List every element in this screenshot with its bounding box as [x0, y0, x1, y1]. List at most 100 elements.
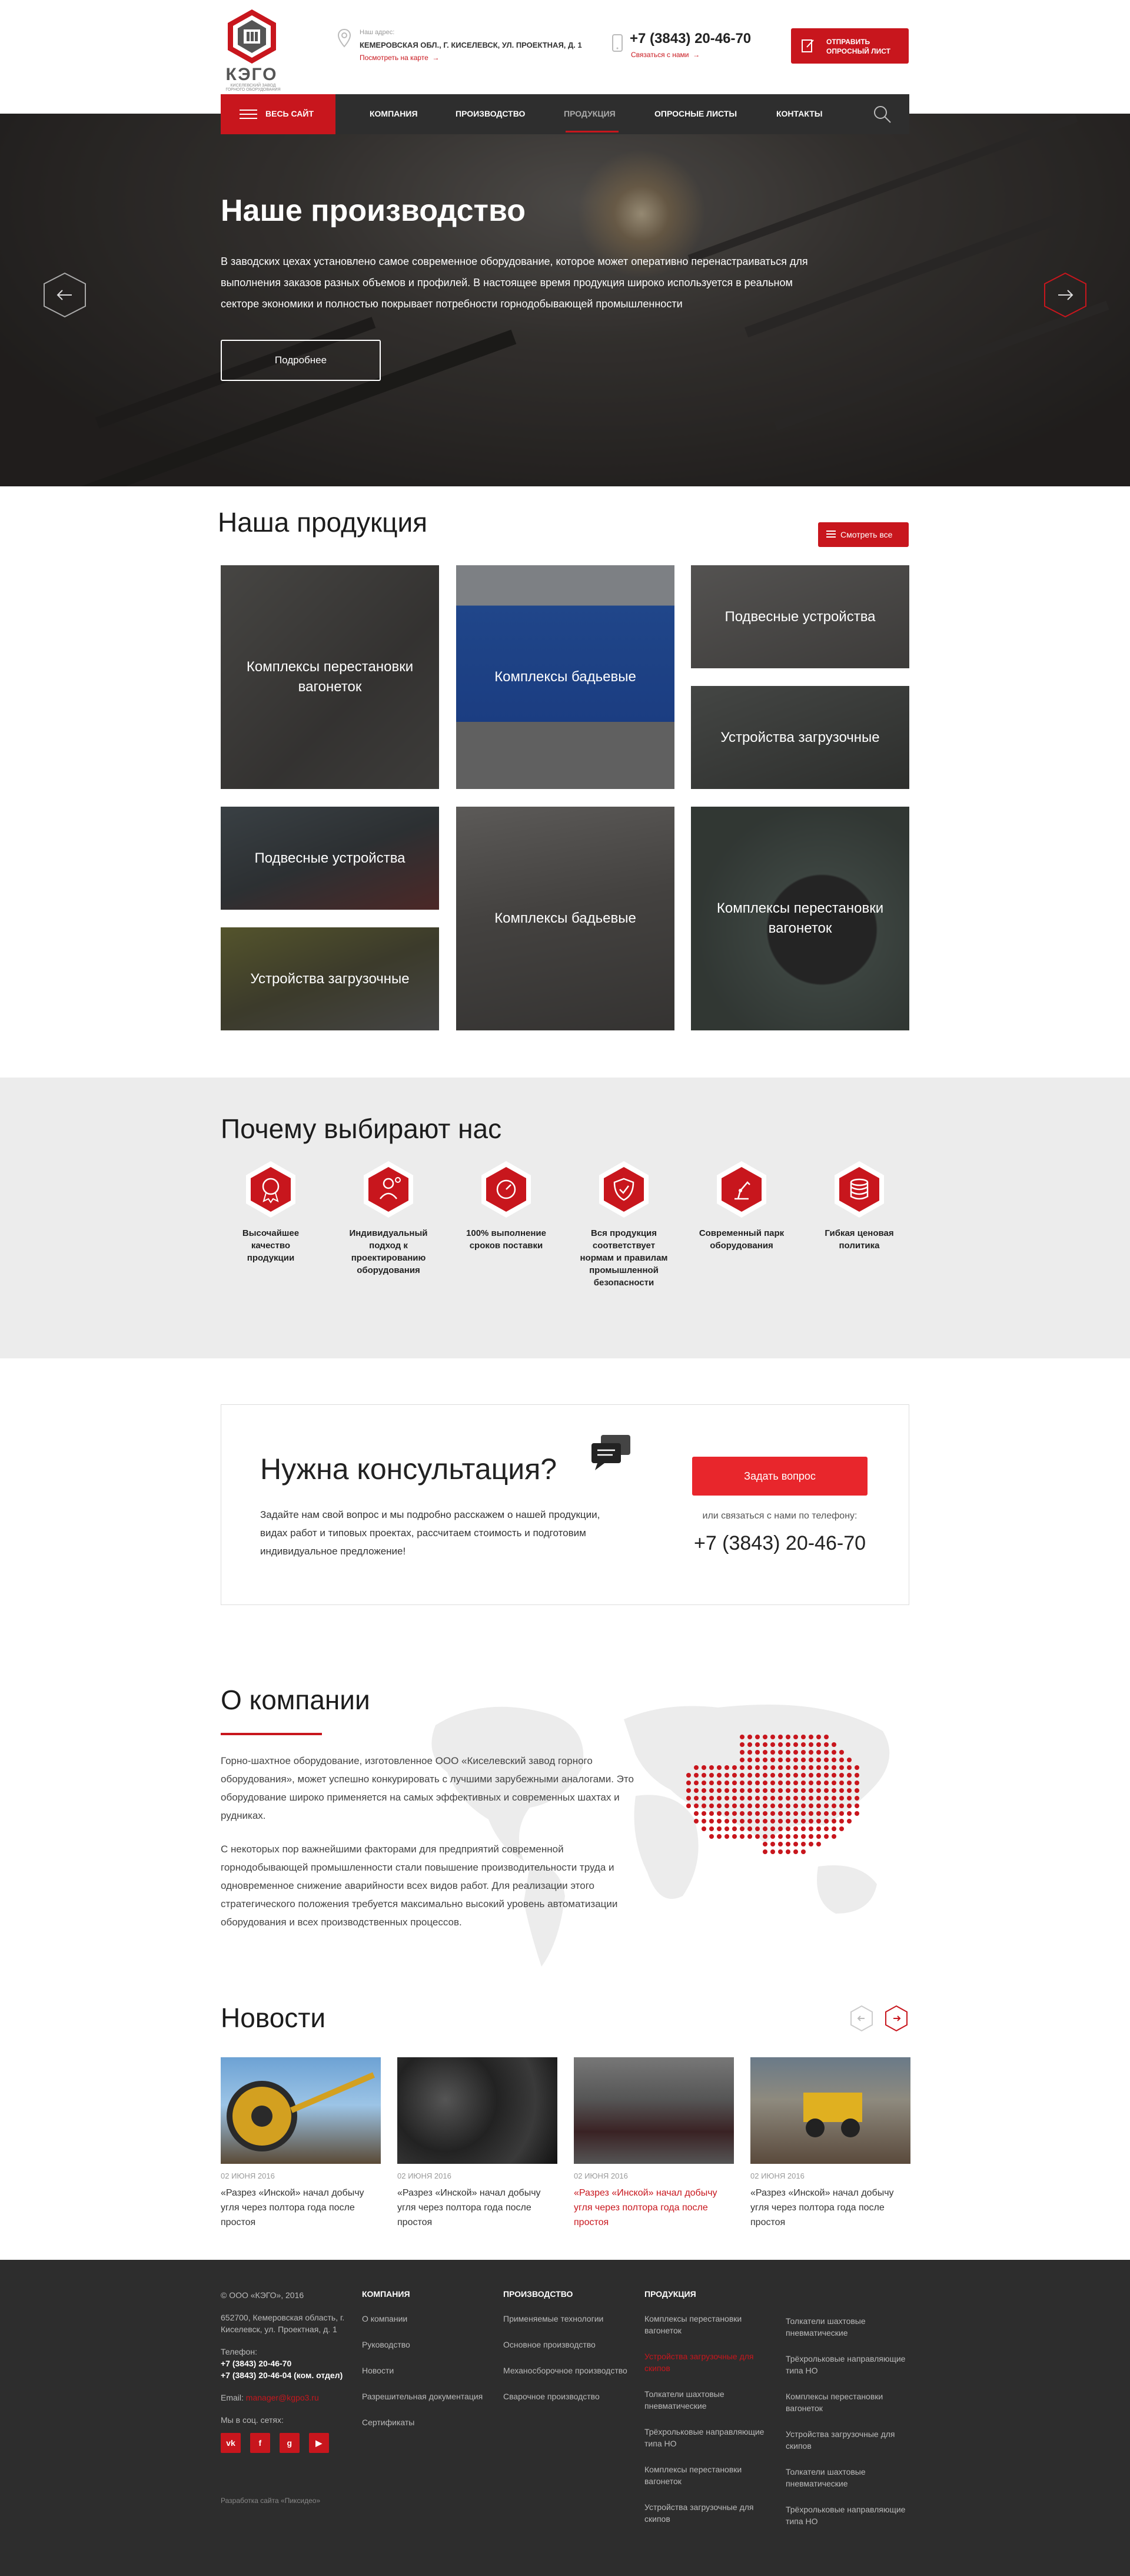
map-dot: [816, 1826, 821, 1831]
footer-link[interactable]: Основное производство: [503, 2339, 633, 2350]
map-dot: [724, 1834, 729, 1839]
footer-phone-2[interactable]: +7 (3843) 20-46-04 (ком. отдел): [221, 2369, 350, 2381]
slider-next-arrow-icon[interactable]: [1042, 271, 1089, 319]
dump-truck-image: [803, 2093, 862, 2137]
map-dot: [702, 1796, 706, 1801]
footer-link[interactable]: Новости: [362, 2365, 491, 2376]
footer-link[interactable]: Сертификаты: [362, 2416, 491, 2428]
map-dot: [763, 1750, 767, 1755]
footer-link[interactable]: Комплексы перестановки вагонеток: [786, 2391, 909, 2414]
footer-email-row: Email: manager@kgpo3.ru: [221, 2393, 319, 2402]
send-questionnaire-button[interactable]: ОТПРАВИТЬ ОПРОСНЫЙ ЛИСТ: [791, 28, 909, 64]
map-dot: [816, 1834, 821, 1839]
map-dot: [732, 1788, 737, 1793]
footer-link[interactable]: Комплексы перестановки вагонеток: [644, 2313, 768, 2336]
map-dot: [809, 1750, 813, 1755]
map-dot: [763, 1788, 767, 1793]
footer-link[interactable]: Толкатели шахтовые пневматические: [644, 2388, 768, 2412]
nav-item-production[interactable]: ПРОИЗВОДСТВО: [456, 109, 525, 118]
map-dot: [709, 1796, 714, 1801]
product-tile[interactable]: Комплексы бадьевые: [456, 565, 674, 789]
slider-prev-arrow-icon[interactable]: [41, 271, 88, 319]
map-dot: [763, 1796, 767, 1801]
nav-item-questionnaires[interactable]: ОПРОСНЫЕ ЛИСТЫ: [654, 109, 737, 118]
footer-email-link[interactable]: manager@kgpo3.ru: [246, 2393, 319, 2402]
product-tile[interactable]: Подвесные устройства: [691, 565, 909, 668]
footer-link[interactable]: Сварочное производство: [503, 2391, 633, 2402]
product-tile[interactable]: Подвесные устройства: [221, 807, 439, 910]
facebook-icon[interactable]: f: [250, 2433, 270, 2453]
product-tile[interactable]: Устройства загрузочные: [691, 686, 909, 789]
map-dot: [824, 1781, 829, 1785]
all-site-menu-button[interactable]: ВЕСЬ САЙТ: [221, 94, 335, 134]
footer-link[interactable]: Толкатели шахтовые пневматические: [786, 2466, 909, 2489]
nav-item-contacts[interactable]: КОНТАКТЫ: [776, 109, 822, 118]
footer-link[interactable]: Трёхрольковые направляющие типа НО: [644, 2426, 768, 2449]
consultation-phone[interactable]: +7 (3843) 20-46-70: [692, 1532, 868, 1555]
map-dot: [763, 1834, 767, 1839]
news-next-arrow-icon[interactable]: [884, 2005, 909, 2032]
map-dot: [770, 1758, 775, 1762]
nav-item-company[interactable]: КОМПАНИЯ: [370, 109, 418, 118]
footer-link[interactable]: Механосборочное производство: [503, 2365, 633, 2376]
logo-subtitle: КИСЕЛЕВСКИЙ ЗАВОД ГОРНОГО ОБОРУДОВАНИЯ: [225, 84, 281, 92]
map-dot: [832, 1834, 836, 1839]
phone-number[interactable]: +7 (3843) 20-46-70: [630, 31, 751, 47]
map-dot: [824, 1765, 829, 1770]
nav-item-products[interactable]: ПРОДУКЦИЯ: [564, 109, 616, 118]
map-dot: [839, 1826, 844, 1831]
map-dot: [770, 1750, 775, 1755]
map-dot: [786, 1773, 790, 1778]
map-dot: [770, 1765, 775, 1770]
footer-link[interactable]: Трёхрольковые направляющие типа НО: [786, 2504, 909, 2527]
map-dot: [832, 1773, 836, 1778]
google-plus-icon[interactable]: g: [279, 2433, 300, 2453]
footer-link[interactable]: Руководство: [362, 2339, 491, 2350]
map-dot: [778, 1788, 783, 1793]
footer-link[interactable]: Устройства загрузочные для скипов: [786, 2428, 909, 2452]
youtube-icon[interactable]: ▶: [308, 2433, 329, 2453]
footer-link[interactable]: Разрешительная документация: [362, 2391, 491, 2402]
footer-copyright: © ООО «КЭГО», 2016: [221, 2290, 304, 2300]
ask-question-button[interactable]: Задать вопрос: [692, 1457, 868, 1496]
map-dot: [755, 1765, 760, 1770]
footer-link[interactable]: Трёхрольковые направляющие типа НО: [786, 2353, 909, 2376]
map-dot: [778, 1750, 783, 1755]
map-dot: [724, 1788, 729, 1793]
map-dot: [809, 1788, 813, 1793]
map-dot: [801, 1796, 806, 1801]
callback-link[interactable]: Связаться с нами →: [631, 51, 700, 59]
search-icon[interactable]: [872, 104, 893, 125]
map-dot: [740, 1735, 745, 1739]
map-dot: [839, 1781, 844, 1785]
map-dot: [816, 1811, 821, 1816]
developer-credit[interactable]: Разработка сайта «Пиксидео»: [221, 2497, 320, 2505]
product-tile[interactable]: Комплексы перестановки вагонеток: [691, 807, 909, 1030]
map-dot: [816, 1758, 821, 1762]
footer-link[interactable]: Устройства загрузочные для скипов: [644, 2350, 768, 2374]
map-dot: [839, 1819, 844, 1824]
company-logo[interactable]: КЭГО КИСЕЛЕВСКИЙ ЗАВОД ГОРНОГО ОБОРУДОВА…: [221, 8, 282, 92]
map-dot: [824, 1826, 829, 1831]
footer-link[interactable]: Комплексы перестановки вагонеток: [644, 2464, 768, 2487]
product-tile[interactable]: Комплексы бадьевые: [456, 807, 674, 1030]
map-dot: [855, 1803, 859, 1808]
footer-link[interactable]: О компании: [362, 2313, 491, 2325]
map-dot: [855, 1773, 859, 1778]
product-tile[interactable]: Комплексы перестановки вагонеток: [221, 565, 439, 789]
news-prev-arrow-icon[interactable]: [849, 2005, 874, 2032]
vk-icon[interactable]: vk: [221, 2433, 241, 2453]
product-tile[interactable]: Устройства загрузочные: [221, 927, 439, 1030]
hero-more-button[interactable]: Подробнее: [221, 340, 381, 381]
map-link[interactable]: Посмотреть на карте →: [360, 54, 439, 62]
footer-link[interactable]: Толкатели шахтовые пневматические: [786, 2315, 909, 2339]
map-dot: [793, 1758, 798, 1762]
news-image: [750, 2057, 910, 2164]
map-dot: [732, 1796, 737, 1801]
hero-title: Наше производство: [221, 194, 526, 228]
footer-link[interactable]: Применяемые технологии: [503, 2313, 633, 2325]
see-all-button[interactable]: Смотреть все: [818, 522, 909, 547]
footer-phone-1[interactable]: +7 (3843) 20-46-70: [221, 2358, 350, 2369]
map-dot: [824, 1811, 829, 1816]
footer-link[interactable]: Устройства загрузочные для скипов: [644, 2501, 768, 2525]
